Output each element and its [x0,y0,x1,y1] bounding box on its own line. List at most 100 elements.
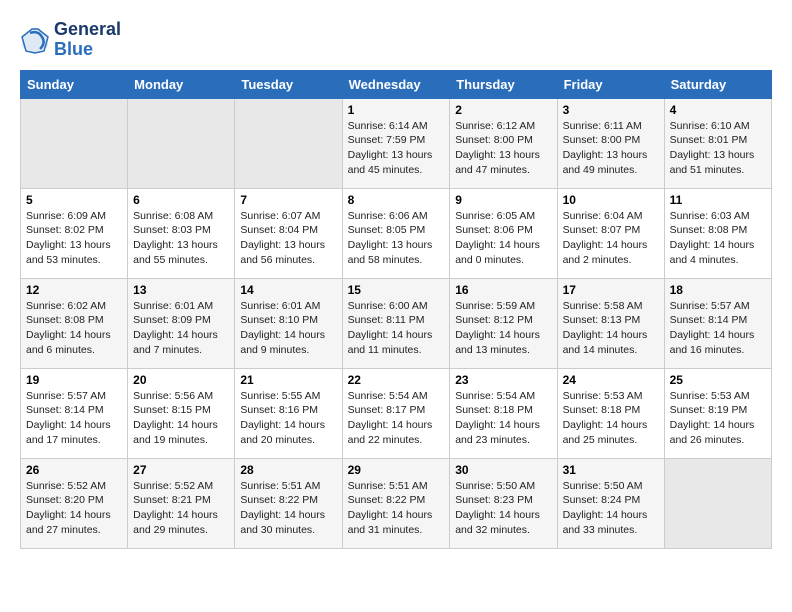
day-info: Sunrise: 6:03 AMSunset: 8:08 PMDaylight:… [670,209,766,268]
calendar-cell [235,98,342,188]
page-header: General Blue [20,20,772,60]
calendar-cell: 29 Sunrise: 5:51 AMSunset: 8:22 PMDayligh… [342,458,450,548]
day-number: 2 [455,103,551,117]
calendar-cell: 2 Sunrise: 6:12 AMSunset: 8:00 PMDaylight… [450,98,557,188]
day-number: 23 [455,373,551,387]
logo-text: General Blue [54,20,121,60]
day-number: 8 [348,193,445,207]
calendar-cell: 19 Sunrise: 5:57 AMSunset: 8:14 PMDayligh… [21,368,128,458]
calendar-table: SundayMondayTuesdayWednesdayThursdayFrid… [20,70,772,549]
calendar-cell: 22 Sunrise: 5:54 AMSunset: 8:17 PMDayligh… [342,368,450,458]
calendar-cell: 8 Sunrise: 6:06 AMSunset: 8:05 PMDaylight… [342,188,450,278]
day-info: Sunrise: 6:08 AMSunset: 8:03 PMDaylight:… [133,209,229,268]
calendar-cell [664,458,771,548]
day-number: 10 [563,193,659,207]
day-info: Sunrise: 6:01 AMSunset: 8:09 PMDaylight:… [133,299,229,358]
col-header-friday: Friday [557,70,664,98]
day-number: 11 [670,193,766,207]
day-info: Sunrise: 5:54 AMSunset: 8:17 PMDaylight:… [348,389,445,448]
calendar-cell: 5 Sunrise: 6:09 AMSunset: 8:02 PMDaylight… [21,188,128,278]
day-info: Sunrise: 5:54 AMSunset: 8:18 PMDaylight:… [455,389,551,448]
day-info: Sunrise: 5:50 AMSunset: 8:23 PMDaylight:… [455,479,551,538]
calendar-cell: 25Sunrise: 5:53 AMSunset: 8:19 PMDayligh… [664,368,771,458]
day-number: 6 [133,193,229,207]
day-number: 9 [455,193,551,207]
day-info: Sunrise: 6:09 AMSunset: 8:02 PMDaylight:… [26,209,122,268]
day-info: Sunrise: 6:01 AMSunset: 8:10 PMDaylight:… [240,299,336,358]
day-number: 3 [563,103,659,117]
calendar-cell: 28 Sunrise: 5:51 AMSunset: 8:22 PMDayligh… [235,458,342,548]
day-number: 29 [348,463,445,477]
day-number: 16 [455,283,551,297]
day-info: Sunrise: 6:00 AMSunset: 8:11 PMDaylight:… [348,299,445,358]
calendar-cell: 23 Sunrise: 5:54 AMSunset: 8:18 PMDayligh… [450,368,557,458]
day-number: 20 [133,373,229,387]
week-row-1: 1 Sunrise: 6:14 AMSunset: 7:59 PMDaylight… [21,98,772,188]
calendar-cell [21,98,128,188]
calendar-cell: 15 Sunrise: 6:00 AMSunset: 8:11 PMDayligh… [342,278,450,368]
calendar-cell: 3 Sunrise: 6:11 AMSunset: 8:00 PMDaylight… [557,98,664,188]
day-info: Sunrise: 5:51 AMSunset: 8:22 PMDaylight:… [240,479,336,538]
day-number: 22 [348,373,445,387]
week-row-2: 5 Sunrise: 6:09 AMSunset: 8:02 PMDaylight… [21,188,772,278]
day-number: 21 [240,373,336,387]
calendar-cell: 1 Sunrise: 6:14 AMSunset: 7:59 PMDaylight… [342,98,450,188]
calendar-cell: 30 Sunrise: 5:50 AMSunset: 8:23 PMDayligh… [450,458,557,548]
day-number: 30 [455,463,551,477]
day-info: Sunrise: 6:10 AMSunset: 8:01 PMDaylight:… [670,119,766,178]
calendar-cell [128,98,235,188]
calendar-cell: 26Sunrise: 5:52 AMSunset: 8:20 PMDayligh… [21,458,128,548]
day-info: Sunrise: 6:11 AMSunset: 8:00 PMDaylight:… [563,119,659,178]
calendar-cell: 10 Sunrise: 6:04 AMSunset: 8:07 PMDayligh… [557,188,664,278]
calendar-cell: 27 Sunrise: 5:52 AMSunset: 8:21 PMDayligh… [128,458,235,548]
day-info: Sunrise: 5:53 AMSunset: 8:19 PMDaylight:… [670,389,766,448]
calendar-cell: 20 Sunrise: 5:56 AMSunset: 8:15 PMDayligh… [128,368,235,458]
day-number: 4 [670,103,766,117]
calendar-cell: 11 Sunrise: 6:03 AMSunset: 8:08 PMDayligh… [664,188,771,278]
calendar-cell: 12 Sunrise: 6:02 AMSunset: 8:08 PMDayligh… [21,278,128,368]
day-number: 14 [240,283,336,297]
calendar-cell: 21 Sunrise: 5:55 AMSunset: 8:16 PMDayligh… [235,368,342,458]
week-row-5: 26Sunrise: 5:52 AMSunset: 8:20 PMDayligh… [21,458,772,548]
day-info: Sunrise: 6:04 AMSunset: 8:07 PMDaylight:… [563,209,659,268]
calendar-cell: 4 Sunrise: 6:10 AMSunset: 8:01 PMDaylight… [664,98,771,188]
day-info: Sunrise: 5:51 AMSunset: 8:22 PMDaylight:… [348,479,445,538]
day-info: Sunrise: 5:52 AMSunset: 8:21 PMDaylight:… [133,479,229,538]
day-number: 19 [26,373,122,387]
day-number: 28 [240,463,336,477]
day-number: 15 [348,283,445,297]
col-header-sunday: Sunday [21,70,128,98]
week-row-3: 12 Sunrise: 6:02 AMSunset: 8:08 PMDayligh… [21,278,772,368]
day-info: Sunrise: 6:06 AMSunset: 8:05 PMDaylight:… [348,209,445,268]
col-header-thursday: Thursday [450,70,557,98]
day-info: Sunrise: 5:55 AMSunset: 8:16 PMDaylight:… [240,389,336,448]
calendar-cell: 18Sunrise: 5:57 AMSunset: 8:14 PMDayligh… [664,278,771,368]
col-header-saturday: Saturday [664,70,771,98]
calendar-cell: 13Sunrise: 6:01 AMSunset: 8:09 PMDayligh… [128,278,235,368]
logo: General Blue [20,20,121,60]
day-info: Sunrise: 6:12 AMSunset: 8:00 PMDaylight:… [455,119,551,178]
day-info: Sunrise: 6:14 AMSunset: 7:59 PMDaylight:… [348,119,445,178]
day-info: Sunrise: 5:50 AMSunset: 8:24 PMDaylight:… [563,479,659,538]
day-info: Sunrise: 5:57 AMSunset: 8:14 PMDaylight:… [670,299,766,358]
day-number: 24 [563,373,659,387]
day-number: 7 [240,193,336,207]
calendar-cell: 9Sunrise: 6:05 AMSunset: 8:06 PMDaylight… [450,188,557,278]
calendar-cell: 17Sunrise: 5:58 AMSunset: 8:13 PMDayligh… [557,278,664,368]
day-info: Sunrise: 5:59 AMSunset: 8:12 PMDaylight:… [455,299,551,358]
col-header-wednesday: Wednesday [342,70,450,98]
day-info: Sunrise: 5:56 AMSunset: 8:15 PMDaylight:… [133,389,229,448]
calendar-cell: 6 Sunrise: 6:08 AMSunset: 8:03 PMDaylight… [128,188,235,278]
calendar-cell: 7Sunrise: 6:07 AMSunset: 8:04 PMDaylight… [235,188,342,278]
calendar-cell: 14 Sunrise: 6:01 AMSunset: 8:10 PMDayligh… [235,278,342,368]
day-info: Sunrise: 5:52 AMSunset: 8:20 PMDaylight:… [26,479,122,538]
day-number: 5 [26,193,122,207]
col-header-tuesday: Tuesday [235,70,342,98]
calendar-cell: 31Sunrise: 5:50 AMSunset: 8:24 PMDayligh… [557,458,664,548]
day-info: Sunrise: 6:02 AMSunset: 8:08 PMDaylight:… [26,299,122,358]
day-number: 1 [348,103,445,117]
day-number: 12 [26,283,122,297]
day-number: 27 [133,463,229,477]
day-info: Sunrise: 5:57 AMSunset: 8:14 PMDaylight:… [26,389,122,448]
col-header-monday: Monday [128,70,235,98]
